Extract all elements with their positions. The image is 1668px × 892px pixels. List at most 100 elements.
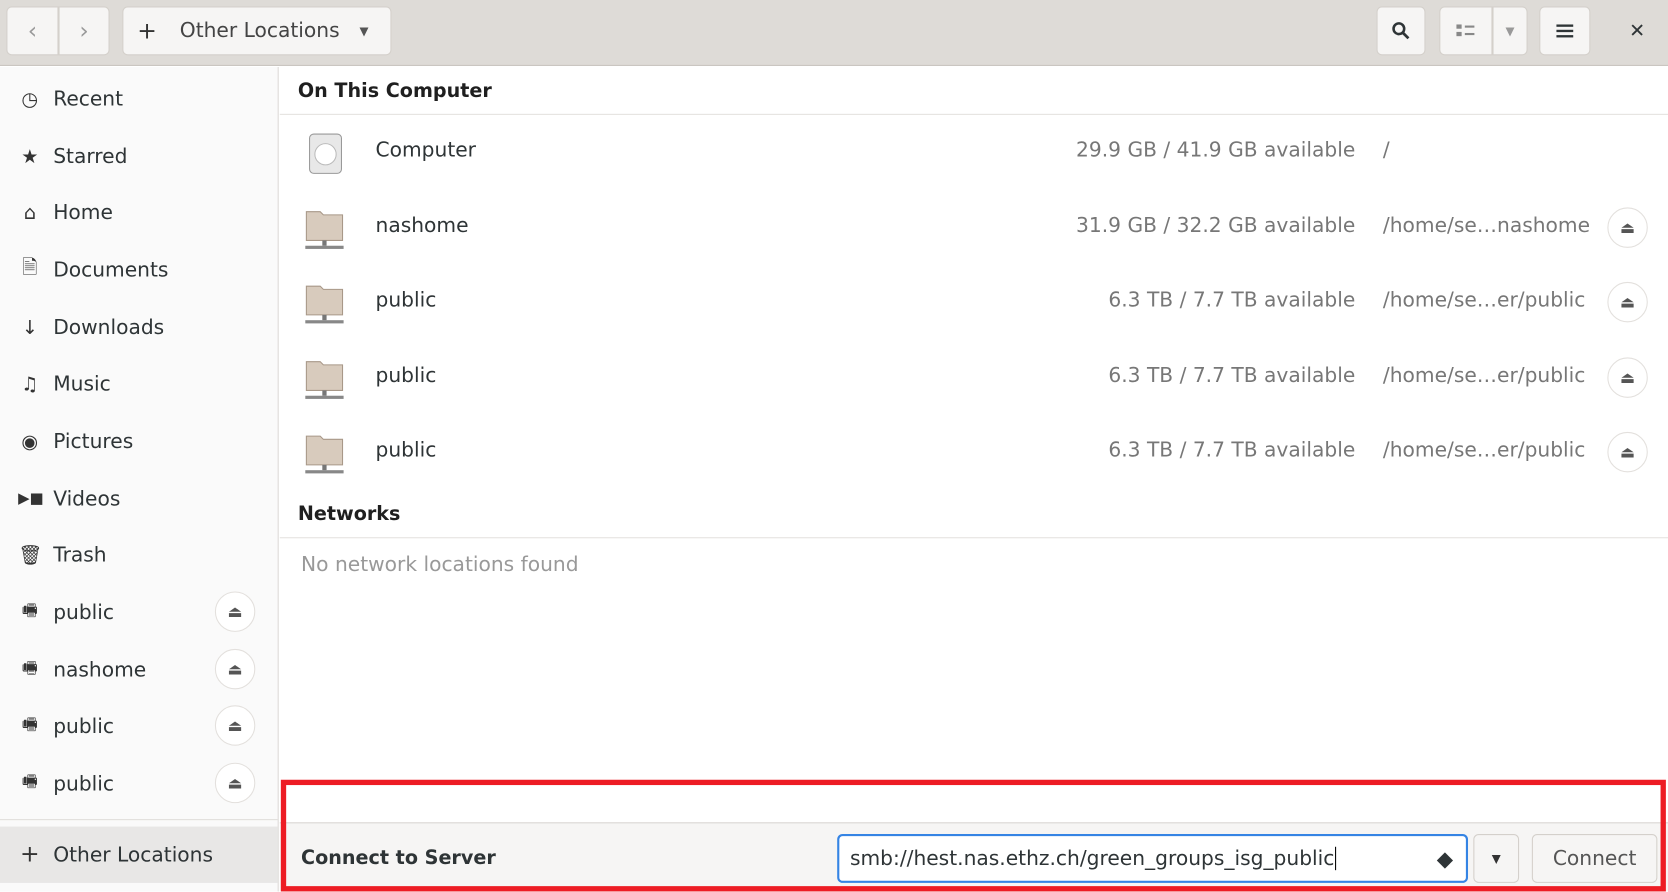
sidebar-item-label: public — [53, 714, 115, 739]
location-label: Other Locations — [179, 19, 340, 43]
sidebar-item-label: Videos — [53, 487, 121, 511]
eject-button[interactable]: ⏏ — [214, 591, 256, 632]
music-icon: ♫ — [21, 372, 39, 396]
document-icon: 🗎 — [22, 256, 38, 279]
sidebar-item-label: public — [53, 772, 115, 796]
sidebar-item-starred[interactable]: ★ Starred — [0, 130, 278, 183]
server-address-value: smb://hest.nas.ethz.ch/green_groups_isg_… — [850, 846, 1337, 871]
sidebar-item-label: Downloads — [53, 315, 165, 340]
location-path: /home/se…nashome — [1382, 213, 1591, 238]
eject-icon: ⏏ — [1620, 442, 1636, 462]
network-folder-icon — [305, 361, 344, 399]
sidebar-item-music[interactable]: ♫ Music — [0, 357, 278, 410]
section-networks: Networks — [297, 503, 401, 526]
eject-button[interactable]: ⏏ — [1607, 357, 1648, 398]
location-row[interactable]: public 6.3 TB / 7.7 TB available /home/s… — [280, 415, 1668, 489]
divider — [279, 537, 1668, 539]
sidebar-item-label: Trash — [53, 543, 107, 567]
trash-icon: 🗑 — [18, 544, 43, 567]
search-button[interactable] — [1376, 6, 1426, 56]
eject-icon: ⏏ — [1620, 292, 1636, 312]
network-folder-icon: 🖷 — [21, 770, 38, 791]
menu-button[interactable] — [1539, 6, 1591, 56]
view-options-button[interactable]: ▼ — [1492, 6, 1528, 56]
location-size: 31.9 GB / 32.2 GB available — [1076, 213, 1356, 238]
sidebar-item-other-locations[interactable]: + Other Locations — [0, 826, 278, 883]
eject-icon: ⏏ — [227, 602, 243, 622]
sidebar-mount-public[interactable]: 🖷 public ⏏ — [0, 757, 278, 810]
location-row[interactable]: public 6.3 TB / 7.7 TB available /home/s… — [280, 340, 1668, 414]
sidebar-mount-public[interactable]: 🖷 public ⏏ — [0, 700, 278, 753]
recent-servers-dropdown[interactable]: ▼ — [1473, 834, 1520, 883]
sidebar-item-trash[interactable]: 🗑 Trash — [0, 529, 278, 582]
locations-view: On This Computer Computer 29.9 GB / 41.9… — [279, 67, 1668, 823]
dropdown-arrow-icon: ▼ — [1505, 23, 1515, 38]
sidebar-mount-nashome[interactable]: 🖷 nashome ⏏ — [0, 644, 278, 697]
sidebar-item-videos[interactable]: ▶■ Videos — [0, 472, 278, 525]
sidebar-item-recent[interactable]: ◷ Recent — [0, 72, 278, 125]
back-button[interactable]: ‹ — [6, 6, 59, 56]
eject-button[interactable]: ⏏ — [1607, 281, 1648, 323]
location-row[interactable]: nashome 31.9 GB / 32.2 GB available /hom… — [280, 190, 1668, 264]
eject-button[interactable]: ⏏ — [214, 648, 256, 690]
dropdown-arrow-icon: ▼ — [1491, 851, 1501, 866]
sidebar-item-pictures[interactable]: ◉ Pictures — [0, 415, 278, 468]
home-icon: ⌂ — [23, 201, 36, 224]
location-name: Computer — [375, 138, 476, 162]
location-size: 29.9 GB / 41.9 GB available — [1076, 138, 1356, 162]
sidebar-item-label: Home — [53, 201, 113, 225]
sidebar-mount-public[interactable]: 🖷 public ⏏ — [0, 586, 278, 639]
close-button[interactable]: ✕ — [1619, 13, 1655, 49]
location-button[interactable]: + Other Locations ▼ — [122, 6, 392, 56]
location-size: 6.3 TB / 7.7 TB available — [1108, 363, 1356, 388]
sidebar-item-label: Documents — [53, 258, 169, 282]
location-size: 6.3 TB / 7.7 TB available — [1108, 288, 1356, 312]
sidebar-item-documents[interactable]: 🗎 Documents — [0, 244, 278, 297]
connect-to-server-label: Connect to Server — [301, 846, 496, 870]
connect-to-server-bar: Connect to Server smb://hest.nas.ethz.ch… — [279, 822, 1668, 892]
server-address-input[interactable]: smb://hest.nas.ethz.ch/green_groups_isg_… — [837, 834, 1469, 883]
sidebar: ◷ Recent ★ Starred ⌂ Home 🗎 Documents ↓ Downl… — [0, 67, 279, 892]
eject-icon: ⏏ — [1620, 368, 1636, 388]
list-view-icon — [1456, 24, 1475, 37]
location-size: 6.3 TB / 7.7 TB available — [1108, 438, 1356, 462]
network-folder-icon: 🖷 — [21, 656, 38, 678]
star-icon: ★ — [21, 145, 39, 168]
eject-button[interactable]: ⏏ — [1607, 207, 1648, 248]
hard-drive-icon — [309, 133, 343, 174]
eject-icon: ⏏ — [227, 715, 243, 736]
location-row[interactable]: Computer 29.9 GB / 41.9 GB available / — [280, 115, 1668, 189]
sidebar-divider — [0, 819, 278, 821]
chevron-left-icon: ‹ — [27, 17, 38, 45]
location-path: /home/se…er/public — [1382, 363, 1586, 388]
eject-button[interactable]: ⏏ — [214, 762, 256, 804]
location-name: nashome — [375, 213, 469, 238]
view-button[interactable] — [1439, 6, 1493, 56]
no-networks-message: No network locations found — [301, 553, 579, 577]
sidebar-item-label: nashome — [53, 658, 147, 682]
sidebar-item-label: Music — [53, 372, 111, 396]
eject-icon: ⏏ — [227, 773, 243, 793]
connect-button[interactable]: Connect — [1531, 834, 1658, 883]
network-folder-icon: 🖷 — [21, 599, 38, 620]
download-icon: ↓ — [21, 316, 38, 339]
eject-icon: ⏏ — [1620, 218, 1636, 238]
dropdown-arrow-icon: ▼ — [359, 23, 369, 38]
location-path: /home/se…er/public — [1382, 438, 1586, 462]
forward-button[interactable]: › — [58, 6, 110, 56]
help-icon: ◆ — [1436, 845, 1454, 872]
camera-icon: ◉ — [21, 430, 39, 453]
eject-button[interactable]: ⏏ — [1607, 431, 1648, 473]
sidebar-item-home[interactable]: ⌂ Home — [0, 186, 278, 239]
hamburger-icon — [1556, 24, 1574, 38]
eject-button[interactable]: ⏏ — [214, 705, 256, 746]
video-icon: ▶■ — [18, 490, 44, 508]
plus-icon: + — [19, 841, 40, 869]
clock-icon: ◷ — [21, 87, 39, 111]
location-row[interactable]: public 6.3 TB / 7.7 TB available /home/s… — [280, 265, 1668, 339]
sidebar-item-downloads[interactable]: ↓ Downloads — [0, 301, 278, 354]
location-name: public — [375, 363, 437, 388]
sidebar-item-label: Recent — [53, 87, 124, 111]
search-icon — [1392, 22, 1410, 40]
network-folder-icon — [305, 435, 344, 474]
